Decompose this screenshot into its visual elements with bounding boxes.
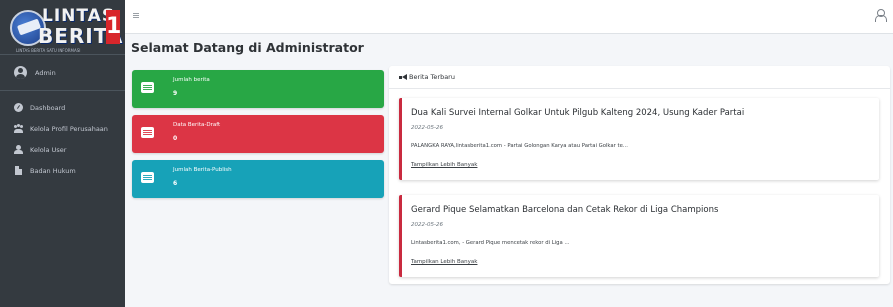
newspaper-icon (141, 127, 154, 138)
news-excerpt: PALANGKA RAYA,lintasberita1.com - Partai… (411, 143, 628, 149)
dashboard-icon (14, 103, 23, 112)
logo-text-line1: LINTAS (42, 6, 116, 26)
lintas-berita-logo[interactable]: LINTAS BERITA 1 LINTAS BERITA SATU INFOR… (8, 4, 122, 53)
sidebar-item-kelola-user[interactable]: Kelola User (0, 139, 125, 160)
users-icon (14, 124, 23, 133)
show-more-link[interactable]: Tampilkan Lebih Banyak (411, 259, 477, 265)
stat-count: 6 (173, 180, 178, 187)
news-date: 2022-05-26 (411, 125, 443, 131)
show-more-link[interactable]: Tampilkan Lebih Banyak (411, 162, 477, 168)
sidebar-item-badan-hukum[interactable]: Badan Hukum (0, 160, 125, 181)
stat-label: Data Berita-Draft (173, 122, 221, 128)
file-icon (15, 166, 22, 175)
sidebar-item-label: Kelola User (30, 145, 67, 154)
news-card: Dua Kali Survei Internal Golkar Untuk Pi… (399, 98, 879, 180)
sidebar-item-label: Badan Hukum (30, 166, 76, 175)
megaphone-icon (399, 73, 407, 81)
panel-heading: Berita Terbaru (409, 73, 455, 81)
brand-area[interactable]: LINTAS BERITA 1 LINTAS BERITA SATU INFOR… (0, 0, 125, 55)
sidebar-item-dashboard[interactable]: Dashboard (0, 97, 125, 118)
user-icon (14, 145, 23, 154)
user-menu-icon[interactable] (875, 9, 887, 22)
top-navbar (125, 0, 893, 34)
avatar-icon (14, 66, 27, 79)
page-title: Selamat Datang di Administrator (131, 40, 364, 55)
user-panel[interactable]: Admin (0, 55, 125, 91)
sidebar-item-label: Dashboard (30, 103, 66, 112)
sidebar: LINTAS BERITA 1 LINTAS BERITA SATU INFOR… (0, 0, 125, 307)
latest-news-panel: Berita Terbaru Dua Kali Survei Internal … (389, 66, 890, 284)
stat-count: 0 (173, 135, 178, 142)
logo-number-badge: 1 (106, 10, 121, 44)
news-card: Gerard Pique Selamatkan Barcelona dan Ce… (399, 195, 879, 277)
news-title: Dua Kali Survei Internal Golkar Untuk Pi… (411, 108, 745, 118)
newspaper-icon (141, 82, 154, 93)
sidebar-item-kelola-profil-perusahaan[interactable]: Kelola Profil Perusahaan (0, 118, 125, 139)
stat-box-jumlah-berita[interactable]: Jumlah berita 9 (132, 70, 384, 108)
stat-count: 9 (173, 90, 178, 97)
logo-tagline: LINTAS BERITA SATU INFORMASI (16, 48, 81, 53)
sidebar-item-label: Kelola Profil Perusahaan (30, 124, 108, 133)
newspaper-icon (141, 172, 154, 183)
stat-label: Jumlah berita (173, 77, 210, 83)
user-name: Admin (35, 68, 56, 77)
panel-header: Berita Terbaru (389, 66, 890, 89)
stat-box-berita-publish[interactable]: Jumlah Berita-Publish 6 (132, 160, 384, 198)
news-date: 2022-05-26 (411, 222, 443, 228)
menu-toggle-icon[interactable] (133, 13, 139, 18)
stat-label: Jumlah Berita-Publish (173, 167, 232, 173)
news-title: Gerard Pique Selamatkan Barcelona dan Ce… (411, 205, 719, 215)
news-excerpt: Lintasberita1.com, - Gerard Pique mencet… (411, 240, 570, 246)
sidebar-nav: Dashboard Kelola Profil Perusahaan Kelol… (0, 91, 125, 181)
stat-box-berita-draft[interactable]: Data Berita-Draft 0 (132, 115, 384, 153)
